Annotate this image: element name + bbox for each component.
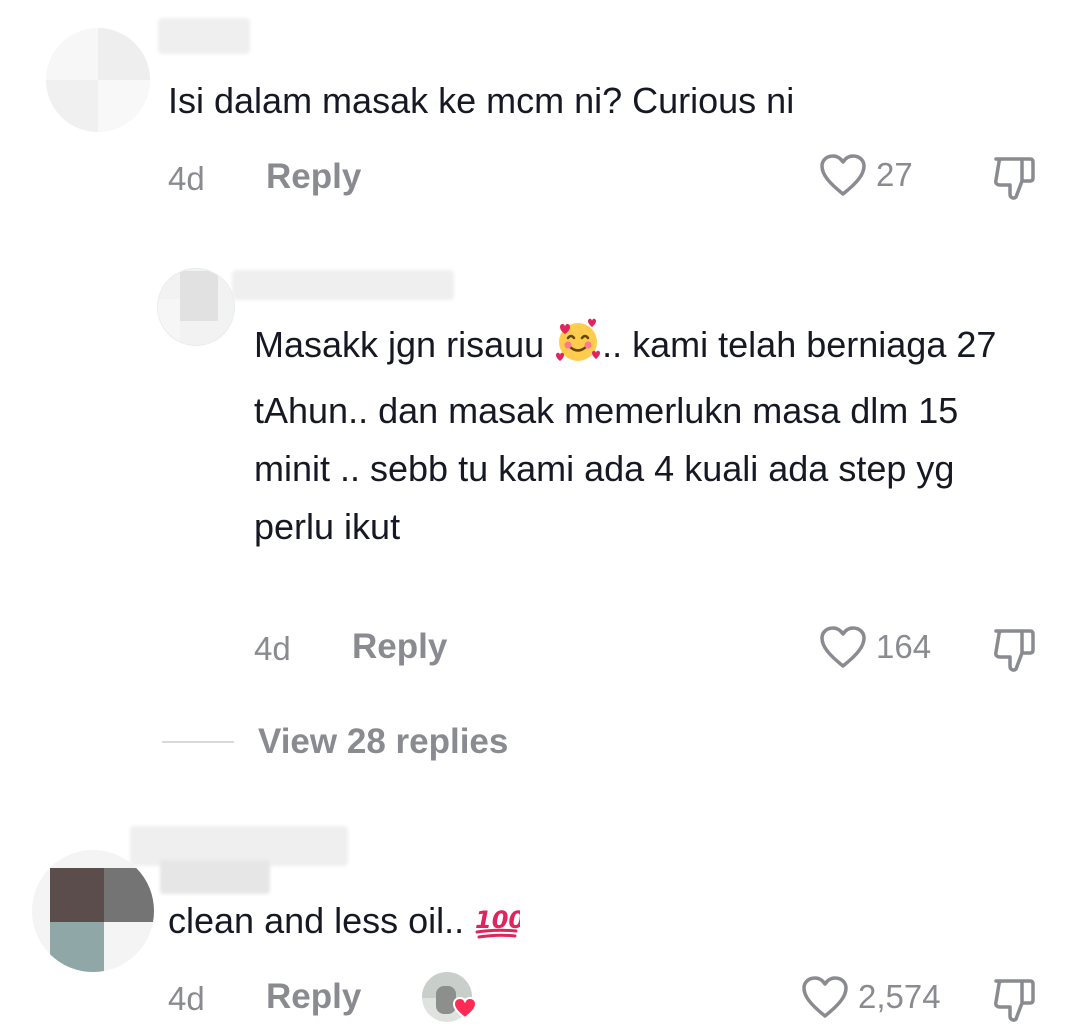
like-count: 2,574: [858, 978, 941, 1015]
dislike-icon[interactable]: [992, 976, 1038, 1024]
like-count: 164: [876, 628, 932, 665]
reply-button[interactable]: Reply: [352, 627, 447, 667]
comment-time: 4d: [168, 160, 205, 197]
comment-time: 4d: [168, 980, 205, 1017]
reply-button[interactable]: Reply: [266, 977, 361, 1017]
view-replies-button[interactable]: View 28 replies: [162, 722, 508, 762]
like-button[interactable]: 2,574: [800, 974, 941, 1020]
view-replies-divider: [162, 741, 234, 743]
dislike-icon[interactable]: [992, 154, 1038, 202]
dislike-icon[interactable]: [992, 626, 1038, 674]
reply-text-before-emoji: Masakk jgn risauu: [254, 324, 555, 365]
reply-comment-text: Masakk jgn risauu .. kami telah berniaga…: [254, 316, 1044, 556]
comment-text: clean and less oil.. 100: [168, 892, 1048, 958]
comment-text-main: clean and less oil..: [168, 900, 475, 941]
commenter-username-blurred-2: [160, 860, 270, 894]
commenter-username-blurred[interactable]: [158, 18, 250, 54]
view-replies-label: View 28 replies: [258, 722, 509, 761]
commenter-avatar[interactable]: [46, 28, 150, 132]
replier-avatar[interactable]: [157, 268, 235, 346]
heart-outline-icon: [818, 624, 868, 670]
reply-button[interactable]: Reply: [266, 157, 361, 197]
like-button[interactable]: 27: [818, 152, 913, 198]
hundred-points-icon: 100: [474, 900, 525, 958]
like-count: 27: [876, 156, 913, 193]
comment-text: Isi dalam masak ke mcm ni? Curious ni: [168, 80, 795, 121]
heart-outline-icon: [800, 974, 850, 1020]
replier-username-blurred[interactable]: [232, 270, 454, 300]
heart-badge-icon: [452, 996, 478, 1020]
heart-outline-icon: [818, 152, 868, 198]
smiling-face-with-hearts-icon: [554, 317, 602, 382]
like-button[interactable]: 164: [818, 624, 931, 670]
commenter-avatar[interactable]: [32, 850, 154, 972]
reply-time: 4d: [254, 630, 291, 667]
